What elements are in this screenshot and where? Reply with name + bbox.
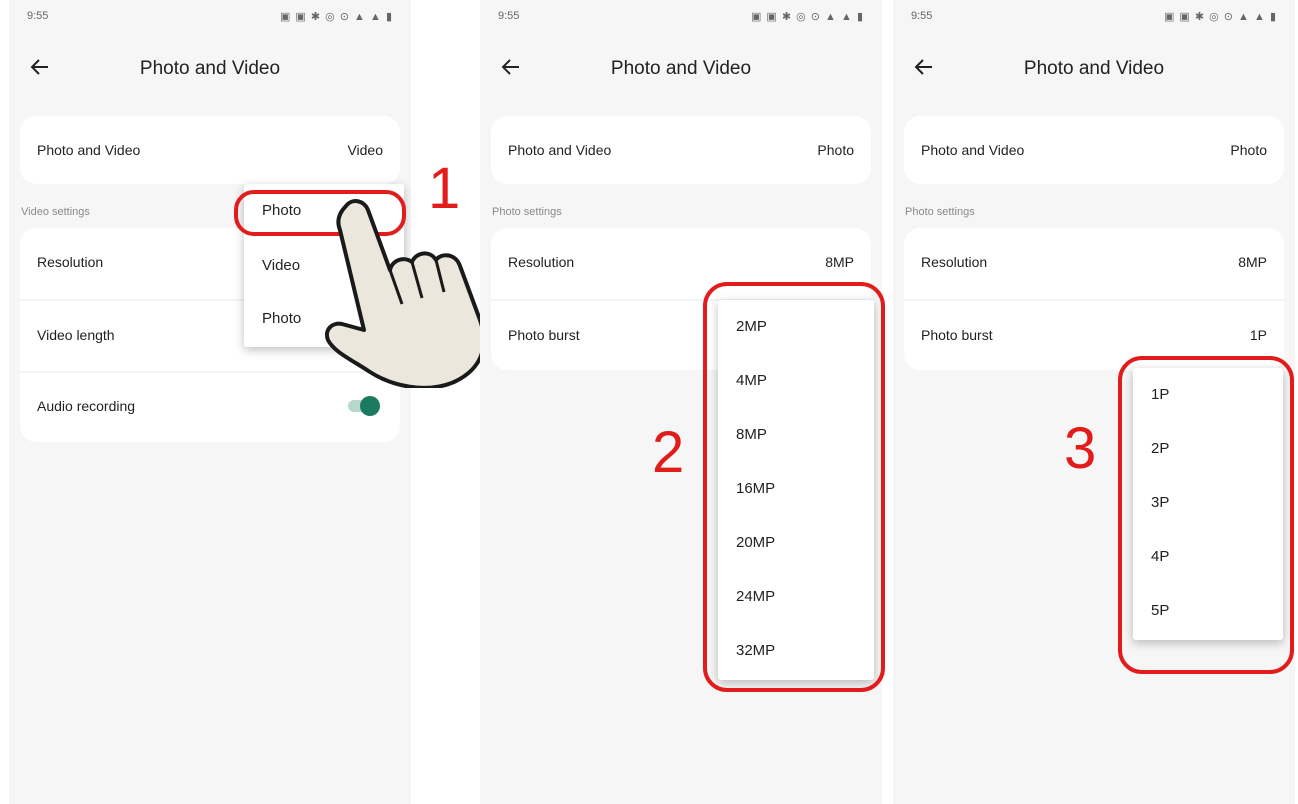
mode-row[interactable]: Photo and Video Photo xyxy=(491,116,871,184)
mode-row-label: Photo and Video xyxy=(37,142,141,158)
section-label: Video settings xyxy=(21,206,90,218)
status-time: 9:55 xyxy=(27,10,49,22)
highlight-box-2 xyxy=(703,282,885,692)
mode-row-label: Photo and Video xyxy=(508,142,612,158)
step-number-2: 2 xyxy=(652,420,685,485)
section-label: Photo settings xyxy=(905,206,975,218)
mode-row[interactable]: Photo and Video Photo xyxy=(904,116,1284,184)
status-bar: 9:55 ▣ ▣ ✱ ◎ ⊙ ▲ ▲ ▮ xyxy=(498,10,864,24)
menu-item-label: Photo xyxy=(262,310,302,327)
setting-row-label: Resolution xyxy=(921,254,988,270)
app-bar: Photo and Video xyxy=(480,48,882,88)
setting-row-label: Photo burst xyxy=(508,327,580,343)
highlight-box-3 xyxy=(1118,356,1294,674)
setting-row-label: Resolution xyxy=(508,254,575,270)
status-time: 9:55 xyxy=(498,10,520,22)
setting-row-value: 8MP xyxy=(1238,254,1267,270)
screen-video-settings: 9:55 ▣ ▣ ✱ ◎ ⊙ ▲ ▲ ▮ Photo and Video Pho… xyxy=(9,0,411,804)
menu-item-label: Video xyxy=(262,257,301,274)
setting-row-label: Audio recording xyxy=(37,398,136,414)
step-number-3: 3 xyxy=(1064,416,1097,481)
mode-row-value: Video xyxy=(347,142,383,158)
app-bar: Photo and Video xyxy=(9,48,411,88)
setting-row-label: Photo burst xyxy=(921,327,993,343)
status-icons: ▣ ▣ ✱ ◎ ⊙ ▲ ▲ ▮ xyxy=(279,11,393,23)
toggle-thumb xyxy=(360,396,380,416)
section-label: Photo settings xyxy=(492,206,562,218)
mode-row[interactable]: Photo and Video Video xyxy=(20,116,400,184)
mode-row-value: Photo xyxy=(1230,142,1267,158)
page-title: Photo and Video xyxy=(1023,58,1165,79)
setting-row-label: Resolution xyxy=(37,254,104,270)
status-bar: 9:55 ▣ ▣ ✱ ◎ ⊙ ▲ ▲ ▮ xyxy=(27,10,393,24)
mode-row-label: Photo and Video xyxy=(921,142,1025,158)
status-time: 9:55 xyxy=(911,10,933,22)
status-icons: ▣ ▣ ✱ ◎ ⊙ ▲ ▲ ▮ xyxy=(1163,11,1277,23)
page-title: Photo and Video xyxy=(610,58,752,79)
status-bar: 9:55 ▣ ▣ ✱ ◎ ⊙ ▲ ▲ ▮ xyxy=(911,10,1277,24)
setting-row-label: Video length xyxy=(37,327,115,343)
settings-card: Resolution 8MP Photo burst 1P xyxy=(904,228,1284,370)
audio-recording-toggle[interactable] xyxy=(346,396,380,416)
status-icons: ▣ ▣ ✱ ◎ ⊙ ▲ ▲ ▮ xyxy=(750,11,864,23)
page-title: Photo and Video xyxy=(139,58,281,79)
setting-row-resolution[interactable]: Resolution 8MP xyxy=(904,228,1284,298)
setting-row-value: 8MP xyxy=(825,254,854,270)
mode-row-value: Photo xyxy=(817,142,854,158)
setting-row-value: 1P xyxy=(1249,327,1267,343)
app-bar: Photo and Video xyxy=(893,48,1295,88)
